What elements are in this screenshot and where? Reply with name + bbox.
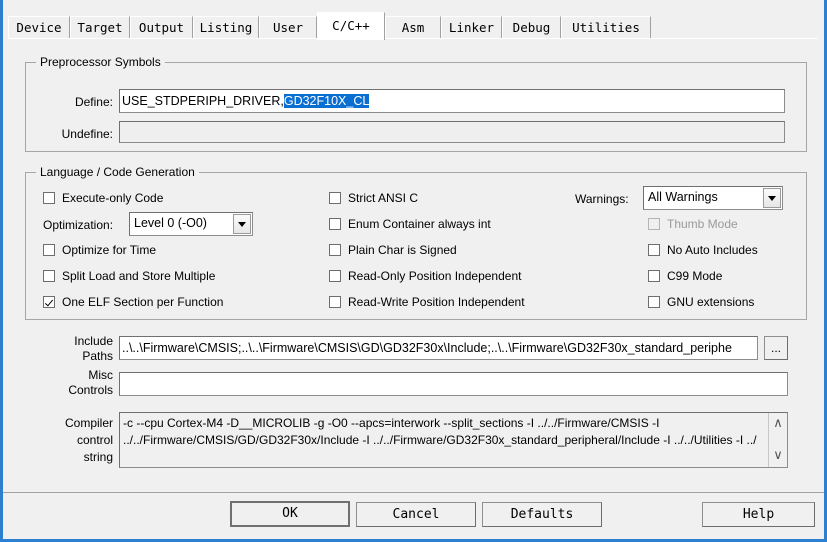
tab-debug[interactable]: Debug [502,16,561,38]
checkbox-one-elf-section-per-function[interactable]: One ELF Section per Function [43,295,223,309]
ok-button[interactable]: OK [230,501,350,527]
tab-underline [8,38,818,39]
include-paths-label-line2: Paths [82,349,113,363]
define-text-selected: GD32F10X_CL [283,94,370,108]
compiler-control-string-label-line1: Compiler [64,416,113,430]
checkbox-label: Enum Container always int [348,217,491,231]
checkbox-box [43,296,55,308]
checkbox-label: Split Load and Store Multiple [62,269,216,283]
checkbox-label: One ELF Section per Function [62,295,224,309]
checkbox-optimize-for-time[interactable]: Optimize for Time [43,243,156,257]
checkbox-box [43,244,55,256]
checkbox-box [648,218,660,230]
checkbox-box [329,296,341,308]
checkbox-c99-mode[interactable]: C99 Mode [648,269,722,283]
checkbox-label: Read-Write Position Independent [348,295,525,309]
include-paths-label-line1: Include [74,334,113,348]
compiler-control-string-text: -c --cpu Cortex-M4 -D__MICROLIB -g -O0 -… [123,416,757,447]
checkbox-execute-only-code[interactable]: Execute-only Code [43,191,163,205]
checkbox-label: No Auto Includes [667,243,758,257]
tab-cpp[interactable]: C/C++ [317,12,385,40]
checkbox-plain-char-is-signed[interactable]: Plain Char is Signed [329,243,457,257]
checkbox-label: Plain Char is Signed [348,243,457,257]
tab-bar: Device Target Output Listing User C/C++ … [8,10,818,40]
tab-device[interactable]: Device [8,16,70,38]
dialog-body: Device Target Output Listing User C/C++ … [3,0,824,539]
checkbox-split-load-store-multiple[interactable]: Split Load and Store Multiple [43,269,215,283]
warnings-dropdown[interactable]: All Warnings [643,186,783,210]
warnings-value: All Warnings [648,190,718,204]
checkbox-box [329,218,341,230]
checkbox-no-auto-includes[interactable]: No Auto Includes [648,243,758,257]
chevron-down-icon[interactable] [233,214,251,234]
tab-target[interactable]: Target [70,16,130,38]
include-paths-browse-button[interactable]: ... [764,336,788,360]
tab-asm[interactable]: Asm [385,16,441,38]
cancel-button[interactable]: Cancel [356,502,476,527]
checkbox-label: Optimize for Time [62,243,157,257]
checkbox-label: Read-Only Position Independent [348,269,522,283]
checkbox-box [43,270,55,282]
help-button[interactable]: Help [702,502,815,527]
checkbox-box [648,244,660,256]
checkbox-strict-ansi-c[interactable]: Strict ANSI C [329,191,418,205]
misc-controls-label-line1: Misc [88,368,113,382]
checkbox-box [329,192,341,204]
checkbox-box [329,270,341,282]
tab-listing[interactable]: Listing [193,16,259,38]
checkbox-label: C99 Mode [667,269,723,283]
checkbox-label: Strict ANSI C [348,191,419,205]
language-group-title: Language / Code Generation [36,165,199,179]
warnings-label: Warnings: [575,192,629,206]
defaults-button[interactable]: Defaults [482,502,602,527]
tab-utilities[interactable]: Utilities [561,16,651,38]
checkbox-box [648,270,660,282]
misc-controls-input[interactable] [119,372,788,396]
scroll-down-icon[interactable]: ∨ [769,447,787,465]
compiler-scrollbar[interactable]: ∧ ∨ [768,413,787,467]
checkbox-label: GNU extensions [667,295,755,309]
optimization-label: Optimization: [43,218,114,232]
undefine-label: Undefine: [61,127,113,141]
project-options-dialog: Device Target Output Listing User C/C++ … [0,0,827,542]
compiler-control-string-label-line2: control [76,433,113,447]
checkbox-thumb-mode: Thumb Mode [648,217,738,231]
tab-user[interactable]: User [259,16,317,38]
checkbox-box [329,244,341,256]
misc-controls-label-line2: Controls [68,383,113,397]
tab-output[interactable]: Output [130,16,193,38]
checkbox-read-write-position-independent[interactable]: Read-Write Position Independent [329,295,525,309]
undefine-input[interactable] [119,121,785,143]
include-paths-input[interactable]: ..\..\Firmware\CMSIS;..\..\Firmware\CMSI… [119,336,758,360]
optimization-value: Level 0 (-O0) [134,216,207,230]
define-text-plain: USE_STDPERIPH_DRIVER, [122,94,284,108]
bottom-separator [3,492,824,493]
checkbox-box [43,192,55,204]
checkbox-enum-container-always-int[interactable]: Enum Container always int [329,217,491,231]
define-label: Define: [74,95,113,109]
optimization-dropdown[interactable]: Level 0 (-O0) [129,212,253,236]
define-input[interactable]: USE_STDPERIPH_DRIVER,GD32F10X_CL [119,89,785,113]
checkbox-label: Execute-only Code [62,191,164,205]
chevron-down-icon[interactable] [763,188,781,208]
tab-linker[interactable]: Linker [441,16,502,38]
checkbox-label: Thumb Mode [667,217,738,231]
preprocessor-group-title: Preprocessor Symbols [36,55,165,69]
checkbox-read-only-position-independent[interactable]: Read-Only Position Independent [329,269,521,283]
compiler-control-string-label-line3: string [83,450,113,464]
checkbox-box [648,296,660,308]
checkbox-gnu-extensions[interactable]: GNU extensions [648,295,754,309]
scroll-up-icon[interactable]: ∧ [769,415,787,433]
compiler-control-string-box[interactable]: -c --cpu Cortex-M4 -D__MICROLIB -g -O0 -… [119,412,788,468]
